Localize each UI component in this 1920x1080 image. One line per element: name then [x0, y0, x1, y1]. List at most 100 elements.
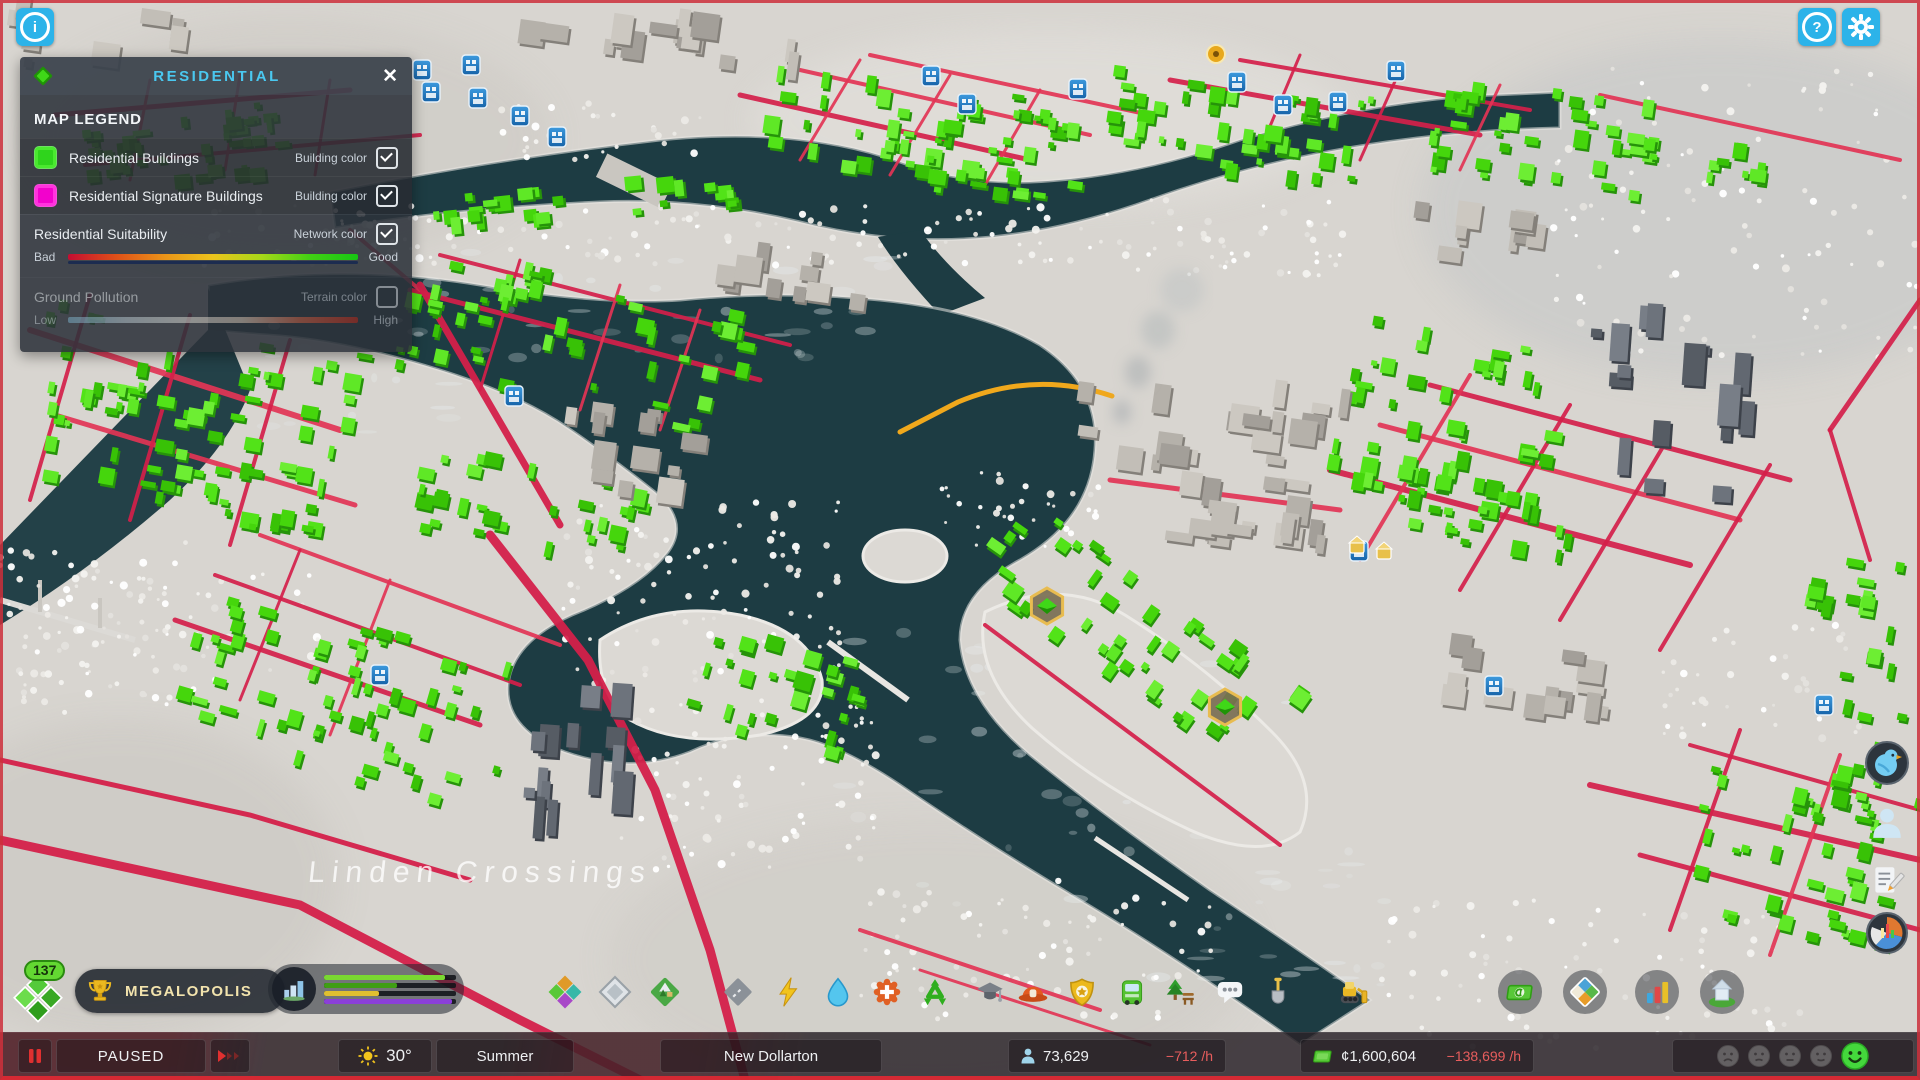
alert-marker[interactable]: [1206, 44, 1226, 64]
toolbar-infoviews-button[interactable]: [1563, 970, 1607, 1014]
citizen-icon: [1873, 808, 1901, 838]
budget-widget[interactable]: ¢1,600,604 −138,699 /h: [1300, 1039, 1534, 1073]
service-building-marker[interactable]: [1068, 78, 1088, 100]
service-building-marker[interactable]: [921, 65, 941, 87]
city-statistics-button[interactable]: [1864, 910, 1910, 956]
scale-max-label: Good: [368, 250, 398, 264]
garbage-recycle-icon: [923, 979, 947, 1006]
service-building-marker[interactable]: [1484, 675, 1504, 697]
speed-control-button[interactable]: [210, 1039, 250, 1073]
service-building-marker[interactable]: [1273, 94, 1293, 116]
residential-zone-icon: [33, 66, 53, 86]
residential-buildings-checkbox[interactable]: [376, 146, 398, 169]
zones-icon: [548, 975, 582, 1009]
service-building-marker[interactable]: [547, 126, 567, 148]
toolbar-water-button[interactable]: [816, 970, 860, 1014]
progression-widget[interactable]: [268, 964, 464, 1014]
toolbar-fire-button[interactable]: [1011, 970, 1055, 1014]
milestone-hex-marker[interactable]: [1029, 586, 1065, 626]
chirper-button[interactable]: [1864, 740, 1910, 786]
panel-title: RESIDENTIAL: [153, 67, 281, 85]
signature-buildings-checkbox[interactable]: [376, 184, 398, 207]
areas-icon: [598, 975, 632, 1009]
toolbar-economy-button[interactable]: [1498, 970, 1542, 1014]
suitability-checkbox[interactable]: [376, 223, 398, 245]
suitability-label: Residential Suitability: [34, 226, 168, 242]
bulldozer-icon: [1340, 981, 1368, 1004]
happiness-face-happy: [1841, 1042, 1869, 1070]
roads-icon: [724, 978, 752, 1006]
toolbar-progression-button[interactable]: [1700, 970, 1744, 1014]
fire-helmet-icon: [1018, 986, 1048, 1002]
toolbar-garbage-button[interactable]: [913, 970, 957, 1014]
settings-button[interactable]: [1842, 8, 1880, 46]
simulation-state-label: PAUSED: [56, 1039, 206, 1073]
happiness-widget[interactable]: [1672, 1039, 1914, 1073]
infoviews-toggle-button[interactable]: i: [16, 8, 54, 46]
toolbar-landscaping-button[interactable]: [643, 970, 687, 1014]
toolbar-communications-button[interactable]: [1208, 970, 1252, 1014]
service-building-marker[interactable]: [412, 59, 432, 81]
xp-progress-bars: [324, 972, 456, 1007]
service-building-marker[interactable]: [1814, 694, 1834, 716]
speed-arrows-icon: [218, 1050, 239, 1062]
bus-icon: [1121, 980, 1143, 1006]
toolbar-police-button[interactable]: [1060, 970, 1104, 1014]
population-widget[interactable]: 73,629 −712 /h: [1008, 1039, 1226, 1073]
service-building-marker[interactable]: [510, 105, 530, 127]
close-icon[interactable]: ✕: [378, 65, 402, 88]
pause-icon: [29, 1049, 41, 1063]
happiness-face-very-sad: [1717, 1045, 1739, 1067]
toolbar-terraforming-button[interactable]: [1256, 970, 1300, 1014]
service-building-marker[interactable]: [957, 93, 977, 115]
service-building-marker[interactable]: [1328, 91, 1348, 113]
toolbar-education-button[interactable]: [968, 970, 1012, 1014]
toolbar-statistics-button[interactable]: [1635, 970, 1679, 1014]
service-building-marker[interactable]: [1227, 71, 1247, 93]
toolbar-healthcare-button[interactable]: [865, 970, 909, 1014]
milestone-hex-marker[interactable]: [1207, 687, 1243, 727]
scale-min-label: Low: [34, 313, 57, 327]
service-building-marker[interactable]: [1386, 60, 1406, 82]
toolbar-bulldozer-button[interactable]: [1331, 970, 1375, 1014]
toolbar-roads-button[interactable]: [716, 970, 760, 1014]
toolbar-zones-button[interactable]: [543, 970, 587, 1014]
service-building-marker[interactable]: [468, 87, 488, 109]
city-name-label[interactable]: New Dollarton: [660, 1039, 882, 1073]
help-icon: ?: [1802, 12, 1832, 42]
pause-button[interactable]: [18, 1039, 52, 1073]
toolbar-electricity-button[interactable]: [766, 970, 810, 1014]
population-trend: −712 /h: [1165, 1048, 1213, 1064]
weather-widget[interactable]: 30°: [338, 1039, 432, 1073]
education-icon: [977, 982, 1003, 1002]
panel-header[interactable]: RESIDENTIAL ✕: [20, 57, 412, 95]
milestone-name: MEGALOPOLIS: [125, 982, 253, 1000]
info-icon: i: [20, 12, 50, 42]
suitability-gradient: Bad Good: [34, 249, 398, 269]
budget-value: ¢1,600,604: [1341, 1047, 1417, 1065]
mode-label: Terrain color: [300, 290, 367, 304]
bar-chart-icon: [1646, 981, 1669, 1004]
legend-row-signature: Residential Signature Buildings Building…: [20, 176, 412, 214]
milestone-widget[interactable]: MEGALOPOLIS: [75, 969, 285, 1013]
service-building-marker[interactable]: [461, 54, 481, 76]
toolbar-transportation-button[interactable]: [1110, 970, 1154, 1014]
gear-icon: [1848, 14, 1874, 40]
help-button[interactable]: ?: [1798, 8, 1836, 46]
map-tiles-widget[interactable]: 137: [10, 960, 66, 1023]
service-building-marker[interactable]: [370, 664, 390, 686]
service-building-marker[interactable]: [504, 385, 524, 407]
toolbar-areas-button[interactable]: [593, 970, 637, 1014]
district-label: Linden Crossings: [307, 856, 654, 889]
citizen-button[interactable]: [1864, 800, 1910, 846]
expansion-count-badge: 137: [24, 960, 66, 981]
mode-label: Network color: [293, 227, 367, 241]
landscaping-icon: [650, 977, 680, 1007]
pollution-section: Ground Pollution Terrain color Low High: [20, 277, 412, 340]
statistics-pie-icon: [1866, 912, 1908, 954]
toolbar-parks-button[interactable]: [1158, 970, 1202, 1014]
service-building-marker[interactable]: [421, 81, 441, 103]
pollution-checkbox[interactable]: [376, 286, 398, 308]
legend-row-label: Residential Buildings: [69, 149, 199, 166]
journal-button[interactable]: [1864, 858, 1910, 904]
